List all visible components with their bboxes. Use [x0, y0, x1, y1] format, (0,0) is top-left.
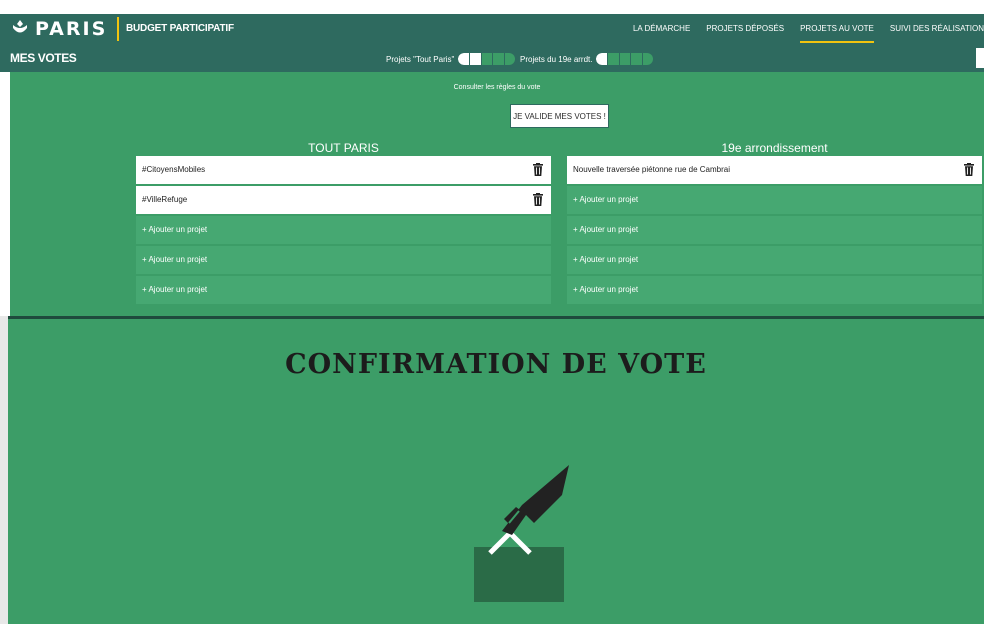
votes-bar: MES VOTES Projets "Tout Paris" Projets d… [0, 44, 984, 72]
vote-slot-indicator [608, 53, 619, 65]
slot-label: + Ajouter un projet [573, 195, 639, 204]
vote-area: Consulter les règles du vote JE VALIDE M… [10, 72, 984, 316]
vote-slot-indicator [458, 53, 469, 65]
rules-link[interactable]: Consulter les règles du vote [10, 84, 984, 91]
add-project-slot[interactable]: + Ajouter un projet [567, 216, 982, 244]
vote-slot-indicator [619, 53, 631, 65]
confirmation-modal: CONFIRMATION DE VOTE [8, 316, 984, 624]
trash-icon[interactable] [964, 163, 974, 176]
nav-suivi-realisations[interactable]: SUIVI DES RÉALISATION [890, 14, 984, 44]
toggle-arrondissement[interactable]: Projets du 19e arrdt. [520, 53, 654, 65]
vote-slot-indicator [469, 53, 481, 65]
add-project-slot[interactable]: + Ajouter un projet [567, 246, 982, 274]
toggle-arrondissement-label: Projets du 19e arrdt. [520, 54, 593, 64]
toggle-tout-paris[interactable]: Projets "Tout Paris" [386, 53, 516, 65]
selected-project[interactable]: Nouvelle traversée piétonne rue de Cambr… [567, 156, 982, 184]
vote-slot-indicator [481, 53, 493, 65]
add-project-slot[interactable]: + Ajouter un projet [136, 216, 551, 244]
column-arrondissement: Nouvelle traversée piétonne rue de Cambr… [567, 156, 982, 306]
modal-title: CONFIRMATION DE VOTE [285, 349, 707, 380]
column-title-arrondissement: 19e arrondissement [721, 141, 828, 155]
add-project-slot[interactable]: + Ajouter un projet [567, 186, 982, 214]
paris-logo[interactable]: PARIS [10, 18, 107, 40]
add-project-slot[interactable]: + Ajouter un projet [136, 276, 551, 304]
ballot-box-icon [474, 465, 569, 602]
logo-divider [117, 17, 119, 41]
trash-icon[interactable] [533, 163, 543, 176]
add-project-slot[interactable]: + Ajouter un projet [567, 276, 982, 304]
selected-project[interactable]: #VilleRefuge [136, 186, 551, 214]
slot-label: + Ajouter un projet [142, 225, 208, 234]
main-nav: LA DÉMARCHE PROJETS DÉPOSÉS PROJETS AU V… [617, 14, 984, 44]
validate-votes-button[interactable]: JE VALIDE MES VOTES ! [510, 104, 609, 128]
column-title-tout-paris: TOUT PARIS [308, 141, 379, 155]
vote-slot-indicator [493, 53, 504, 65]
vote-slot-indicator [596, 53, 608, 65]
brand-title[interactable]: BUDGET PARTICIPATIF [126, 23, 234, 34]
logo-text: PARIS [35, 18, 108, 40]
slot-label: + Ajouter un projet [142, 255, 208, 264]
vote-slot-indicator [642, 53, 654, 65]
side-panel-button[interactable] [976, 48, 984, 68]
toggle-tout-paris-label: Projets "Tout Paris" [386, 54, 455, 64]
add-project-slot[interactable]: + Ajouter un projet [136, 246, 551, 274]
slot-label: + Ajouter un projet [573, 225, 639, 234]
nav-la-demarche[interactable]: LA DÉMARCHE [633, 14, 690, 44]
column-tout-paris: #CitoyensMobiles #VilleRefuge + Ajouter un… [136, 156, 551, 306]
vote-slot-indicator [631, 53, 642, 65]
nav-projets-deposes[interactable]: PROJETS DÉPOSÉS [706, 14, 784, 44]
toggle-tout-paris-progress [458, 53, 516, 65]
toggle-arrondissement-progress [596, 53, 654, 65]
nav-projets-au-vote[interactable]: PROJETS AU VOTE [800, 14, 874, 44]
slot-label: #CitoyensMobiles [142, 165, 206, 174]
top-header: PARIS BUDGET PARTICIPATIF LA DÉMARCHE PR… [0, 14, 984, 44]
paris-ship-icon [13, 20, 27, 33]
slot-label: + Ajouter un projet [573, 285, 639, 294]
slot-label: + Ajouter un projet [142, 285, 208, 294]
selected-project[interactable]: #CitoyensMobiles [136, 156, 551, 184]
slot-label: #VilleRefuge [142, 195, 188, 204]
slot-label: Nouvelle traversée piétonne rue de Cambr… [573, 165, 730, 174]
vote-slot-indicator [504, 53, 516, 65]
modal-left-edge [0, 316, 8, 624]
votes-title: MES VOTES [10, 51, 77, 65]
trash-icon[interactable] [533, 193, 543, 206]
slot-label: + Ajouter un projet [573, 255, 639, 264]
